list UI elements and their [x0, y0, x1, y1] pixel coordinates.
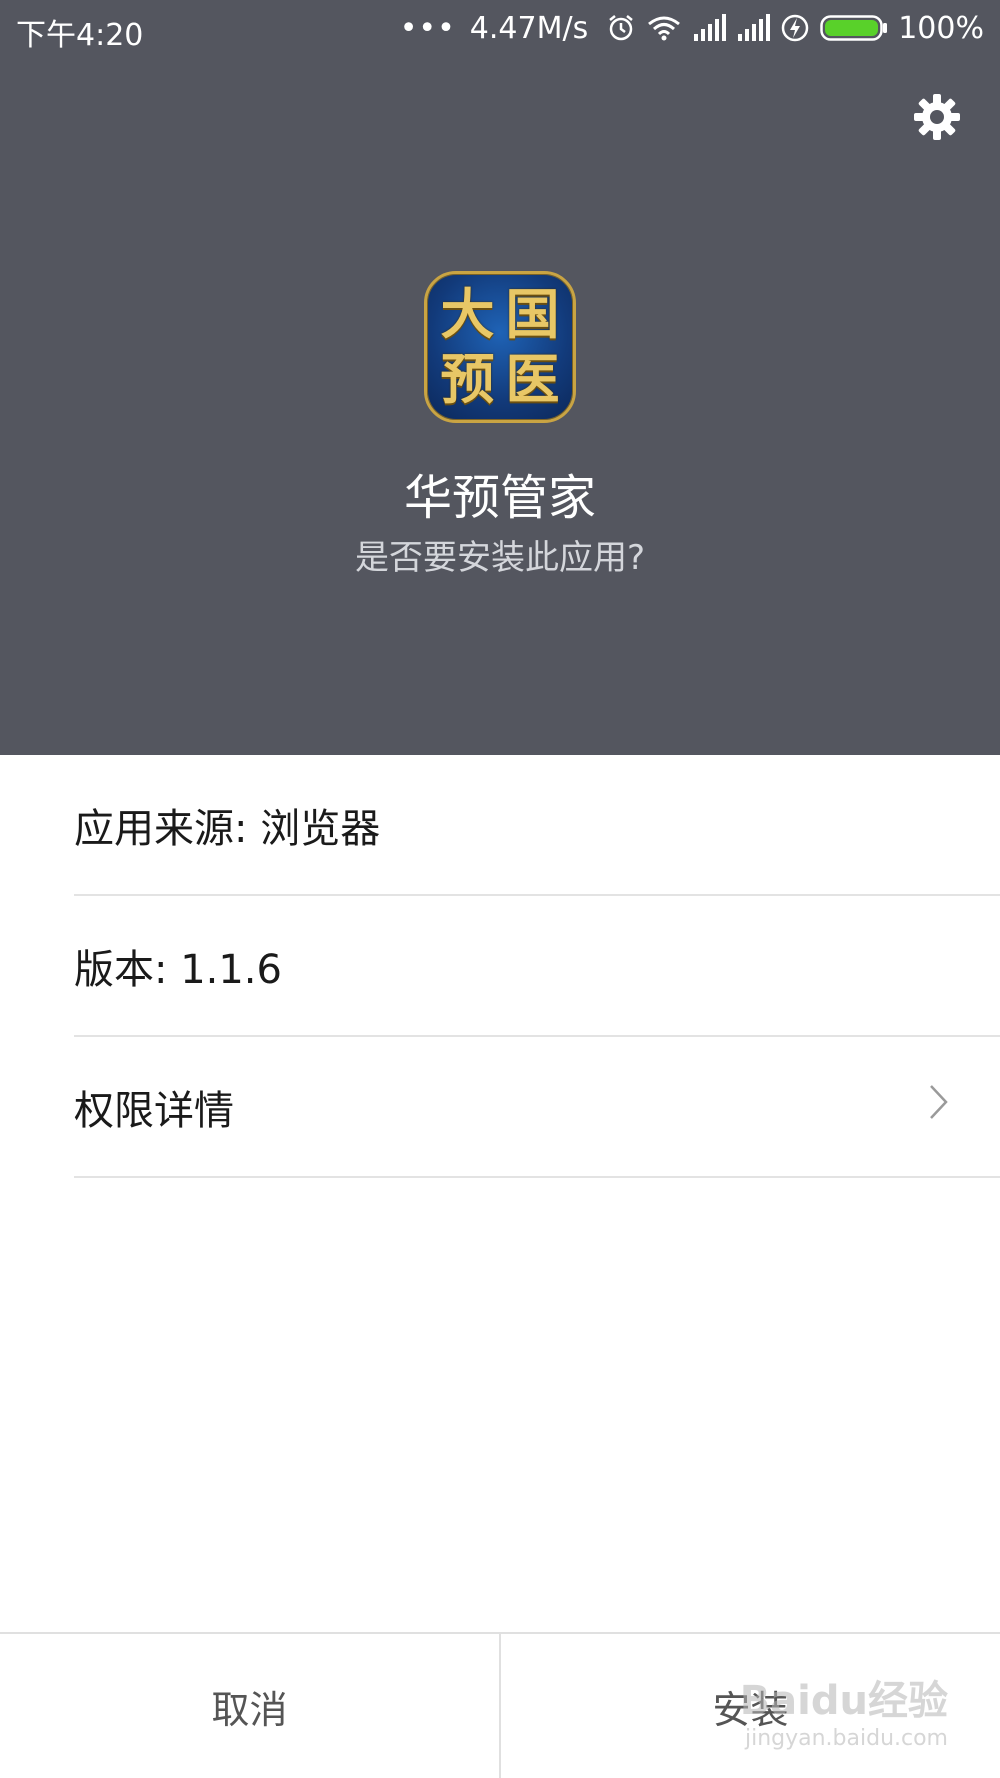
battery-percent: 100% — [898, 10, 984, 46]
app-icon-char: 医 — [505, 347, 560, 411]
app-source-row: 应用来源: 浏览器 — [74, 755, 1000, 896]
install-button[interactable]: 安装 — [499, 1634, 1000, 1778]
install-question: 是否要安装此应用? — [354, 538, 646, 578]
signal-icon-2 — [736, 14, 771, 42]
charging-icon — [780, 13, 810, 43]
install-header: 下午4:20 ••• 4.47M/s 100% 大 国 预 医 华预管家 是否要… — [0, 0, 1000, 755]
wifi-icon — [646, 13, 682, 43]
app-icon-char: 大 — [440, 282, 495, 346]
settings-gear-icon[interactable] — [912, 92, 962, 142]
status-bar: 下午4:20 ••• 4.47M/s 100% — [0, 0, 1000, 58]
permissions-label: 权限详情 — [74, 1087, 234, 1134]
battery-icon — [820, 13, 888, 43]
status-icons: ••• 4.47M/s 100% — [400, 8, 984, 48]
app-name: 华预管家 — [403, 470, 596, 526]
app-icon: 大 国 预 医 — [424, 271, 576, 423]
app-icon-char: 国 — [505, 282, 560, 346]
version-text: 版本: 1.1.6 — [74, 946, 282, 993]
signal-icon-1 — [692, 14, 727, 42]
permissions-row[interactable]: 权限详情 — [74, 1037, 1000, 1178]
app-source-text: 应用来源: 浏览器 — [74, 805, 381, 852]
cancel-button[interactable]: 取消 — [0, 1634, 499, 1778]
bottom-action-bar: 取消 安装 — [0, 1632, 1000, 1778]
alarm-icon — [606, 13, 636, 43]
status-time: 下午4:20 — [16, 18, 144, 53]
version-row: 版本: 1.1.6 — [74, 896, 1000, 1037]
app-icon-char: 预 — [440, 347, 495, 411]
more-dots-icon: ••• — [399, 10, 456, 46]
network-speed: 4.47M/s — [469, 10, 589, 46]
app-info-list: 应用来源: 浏览器 版本: 1.1.6 权限详情 — [0, 755, 1000, 1178]
chevron-right-icon — [928, 1083, 950, 1131]
